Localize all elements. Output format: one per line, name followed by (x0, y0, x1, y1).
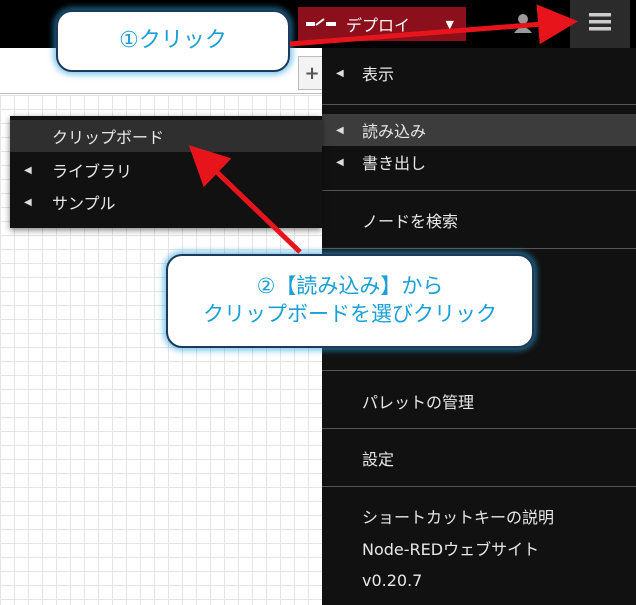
menu-item-manage-palette[interactable]: パレットの管理 (322, 385, 636, 417)
caret-down-icon[interactable]: ▼ (446, 18, 454, 31)
menu-divider (322, 370, 636, 371)
menu-item-export[interactable]: ◀ 書き出し (322, 146, 636, 178)
menu-item-label: 表示 (362, 65, 395, 84)
hamburger-icon (589, 13, 611, 35)
menu-item-label: ノードを検索 (362, 212, 459, 231)
annotation-step1-text: ①クリック (119, 28, 227, 53)
submenu-item-label: クリップボード (52, 128, 165, 147)
menu-item-label: パレットの管理 (362, 393, 475, 412)
menu-item-search[interactable]: ノードを検索 (322, 204, 636, 236)
annotation-step2: ②【読み込み】から クリップボードを選びクリック (166, 254, 534, 348)
version-label: v0.20.7 (362, 570, 423, 590)
submenu-item-library[interactable]: ◀ ライブラリ (10, 154, 322, 186)
submenu-item-label: ライブラリ (52, 162, 133, 181)
menu-divider (322, 190, 636, 191)
main-menu-button[interactable] (570, 0, 630, 48)
import-submenu: クリップボード ◀ ライブラリ ◀ サンプル (10, 116, 322, 228)
submenu-item-examples[interactable]: ◀ サンプル (10, 186, 322, 218)
menu-divider (322, 428, 636, 429)
deploy-button[interactable]: デプロイ ▼ (298, 7, 466, 41)
submenu-item-clipboard[interactable]: クリップボード (10, 120, 322, 152)
menu-item-label: 読み込み (362, 122, 427, 141)
menu-divider (322, 104, 636, 105)
menu-item-import[interactable]: ◀ 読み込み (322, 114, 636, 146)
menu-item-label: Node-REDウェブサイト (362, 540, 540, 559)
chevron-left-icon: ◀ (336, 67, 344, 79)
annotation-step2-line2: クリップボードを選びクリック (203, 302, 497, 326)
menu-divider (322, 486, 636, 487)
deploy-icon (304, 7, 338, 41)
deploy-label: デプロイ (346, 16, 411, 35)
chevron-left-icon: ◀ (24, 164, 32, 176)
menu-item-label: ショートカットキーの説明 (362, 508, 555, 527)
menu-item-settings[interactable]: 設定 (322, 442, 636, 474)
menu-divider (322, 248, 636, 249)
annotation-step1: ①クリック (56, 10, 290, 72)
chevron-left-icon: ◀ (336, 156, 344, 168)
menu-item-shortcuts[interactable]: ショートカットキーの説明 (322, 500, 636, 532)
menu-item-label: 設定 (362, 450, 395, 469)
menu-item-version: v0.20.7 (322, 564, 636, 596)
chevron-left-icon: ◀ (24, 196, 32, 208)
menu-item-website[interactable]: Node-REDウェブサイト (322, 532, 636, 564)
menu-item-view[interactable]: ◀ 表示 (322, 57, 636, 89)
user-icon[interactable] (512, 12, 534, 34)
menu-item-label: 書き出し (362, 154, 427, 173)
chevron-left-icon: ◀ (336, 124, 344, 136)
submenu-item-label: サンプル (52, 194, 116, 213)
annotation-step2-line1: ②【読み込み】から (256, 274, 444, 298)
